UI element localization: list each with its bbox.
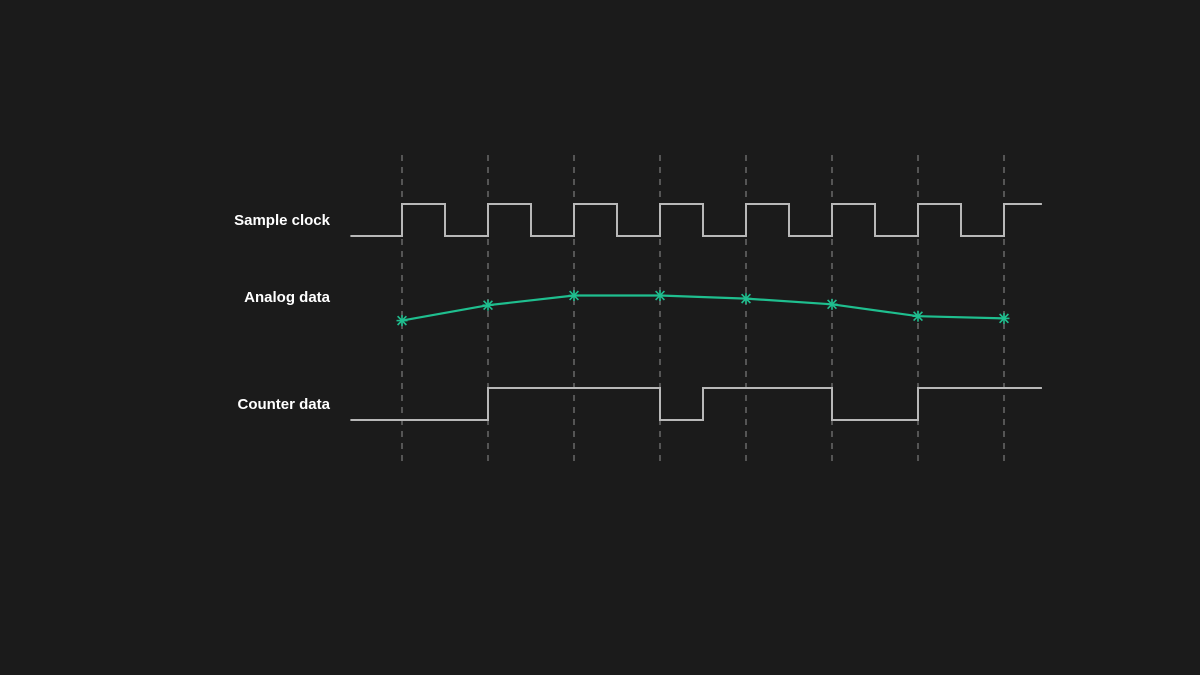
analog-sample-marker (569, 290, 580, 301)
analog-sample-marker (913, 311, 924, 322)
analog-sample-marker (655, 290, 666, 301)
analog-sample-marker (741, 293, 752, 304)
analog-sample-marker (483, 300, 494, 311)
analog-sample-marker (397, 315, 408, 326)
analog-sample-marker (827, 299, 838, 310)
analog-sample-marker (999, 313, 1010, 324)
timing-diagram (0, 0, 1200, 675)
counter-data-trace (350, 388, 1042, 420)
sample-clock-trace (350, 204, 1042, 236)
